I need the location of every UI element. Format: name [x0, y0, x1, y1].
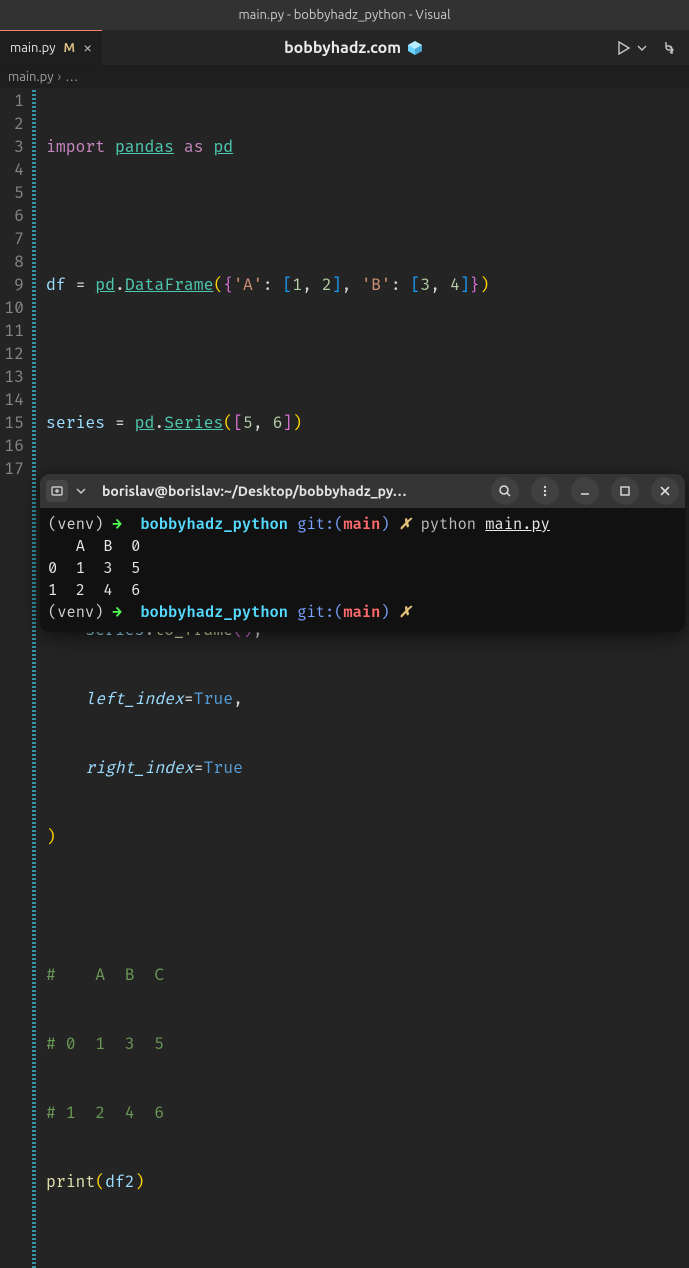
- line-gutter: 1234567891011121314151617: [0, 90, 30, 1268]
- editor-center-label: bobbyhadz.com: [102, 30, 605, 65]
- terminal-minimize-button[interactable]: [571, 477, 599, 505]
- tab-filename: main.py: [10, 41, 56, 55]
- mod-pd2: pd: [135, 413, 155, 433]
- breadcrumb[interactable]: main.py › …: [0, 66, 689, 88]
- cmt-row0: # 0 1 3 5: [46, 1034, 164, 1054]
- fold-guide: [32, 90, 36, 1268]
- n2: 2: [322, 275, 332, 295]
- cube-icon: [407, 40, 423, 56]
- tab-modified-marker: M: [64, 41, 76, 55]
- terminal-search-button[interactable]: [491, 477, 519, 505]
- terminal-newtab-button[interactable]: [46, 480, 68, 502]
- n3: 3: [420, 275, 430, 295]
- cmt-row1: # 1 2 4 6: [46, 1103, 164, 1123]
- n6: 6: [273, 413, 283, 433]
- n5: 5: [243, 413, 253, 433]
- kw-rightindex: right_index: [85, 758, 193, 778]
- breadcrumb-rest: …: [65, 70, 78, 84]
- key-a: 'A': [233, 275, 263, 295]
- kw-as: as: [184, 137, 204, 157]
- terminal-out-2: 0 1 3 5: [48, 558, 677, 580]
- breadcrumb-file: main.py: [8, 70, 54, 84]
- window-title: main.py - bobbyhadz_python - Visual: [0, 0, 689, 30]
- window-title-text: main.py - bobbyhadz_python - Visual: [238, 8, 450, 22]
- code-area[interactable]: import pandas as pd df = pd.DataFrame({'…: [46, 90, 689, 1268]
- code-editor[interactable]: 1234567891011121314151617 import pandas …: [0, 88, 689, 1268]
- op-eq: =: [76, 275, 86, 295]
- key-b: 'B': [361, 275, 391, 295]
- cls-series: Series: [164, 413, 223, 433]
- terminal-title: borislav@borislav:~/Desktop/bobbyhadz_py…: [102, 483, 479, 499]
- terminal-maximize-button[interactable]: [611, 477, 639, 505]
- terminal-menu-button[interactable]: [531, 477, 559, 505]
- chevron-right-icon: ›: [58, 70, 62, 84]
- kw-import: import: [46, 137, 105, 157]
- true2: True: [204, 758, 243, 778]
- var-df: df: [46, 275, 66, 295]
- n1: 1: [292, 275, 302, 295]
- terminal-line-5: (venv) → bobbyhadz_python git:(main) ✗: [48, 602, 677, 624]
- fn-print: print: [46, 1172, 95, 1192]
- compare-icon[interactable]: [661, 40, 677, 56]
- n4: 4: [450, 275, 460, 295]
- cmt-header: # A B C: [46, 965, 164, 985]
- cls-dataframe: DataFrame: [125, 275, 214, 295]
- run-dropdown-icon[interactable]: [637, 43, 647, 53]
- terminal-out-1: A B 0: [48, 536, 677, 558]
- terminal-dropdown-icon[interactable]: [76, 486, 94, 496]
- var-series: series: [46, 413, 105, 433]
- editor-actions: [605, 30, 689, 65]
- terminal-titlebar[interactable]: borislav@borislav:~/Desktop/bobbyhadz_py…: [40, 474, 685, 508]
- module-pandas: pandas: [115, 137, 174, 157]
- terminal-out-3: 1 2 4 6: [48, 580, 677, 602]
- run-icon[interactable]: [617, 41, 631, 55]
- tab-close-icon[interactable]: ×: [83, 39, 92, 57]
- center-text: bobbyhadz.com: [284, 39, 401, 57]
- arg-df2: df2: [105, 1172, 135, 1192]
- terminal-line-1: (venv) → bobbyhadz_python git:(main) ✗ p…: [48, 514, 677, 536]
- tab-bar: main.py M × bobbyhadz.com: [0, 30, 689, 66]
- terminal-body[interactable]: (venv) → bobbyhadz_python git:(main) ✗ p…: [40, 508, 685, 632]
- terminal-close-button[interactable]: [651, 477, 679, 505]
- op-eq2: =: [115, 413, 125, 433]
- tab-main-py[interactable]: main.py M ×: [0, 30, 102, 65]
- mod-pd: pd: [95, 275, 115, 295]
- kw-leftindex: left_index: [85, 689, 183, 709]
- true1: True: [194, 689, 233, 709]
- alias-pd: pd: [213, 137, 233, 157]
- terminal-window: borislav@borislav:~/Desktop/bobbyhadz_py…: [40, 474, 685, 632]
